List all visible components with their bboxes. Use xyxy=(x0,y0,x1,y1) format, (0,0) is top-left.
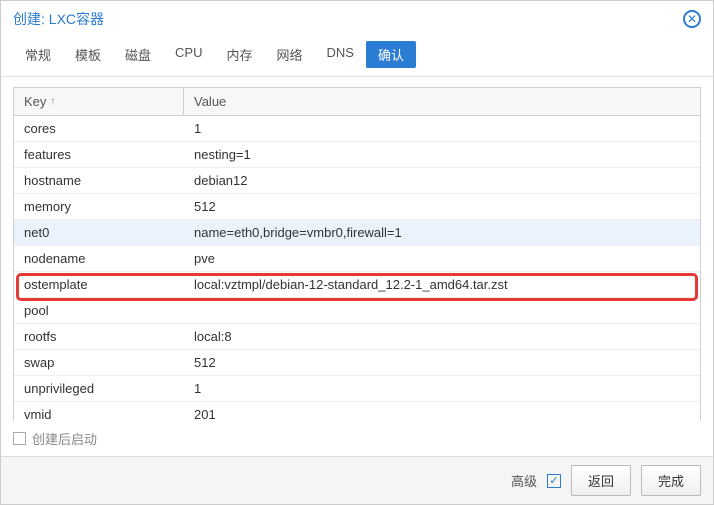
table-row[interactable]: nodenamepve xyxy=(14,246,700,272)
cell-key: rootfs xyxy=(14,324,184,349)
cell-value: nesting=1 xyxy=(184,142,700,167)
cell-value: 201 xyxy=(184,402,700,421)
tab-7[interactable]: 确认 xyxy=(366,41,416,68)
tab-4[interactable]: 内存 xyxy=(215,41,265,68)
back-button[interactable]: 返回 xyxy=(571,465,631,496)
table-row[interactable]: hostnamedebian12 xyxy=(14,168,700,194)
cell-value: 512 xyxy=(184,194,700,219)
column-header-key[interactable]: Key ↑ xyxy=(14,88,184,115)
advanced-checkbox[interactable]: ✓ xyxy=(547,474,561,488)
cell-key: hostname xyxy=(14,168,184,193)
cell-key: vmid xyxy=(14,402,184,421)
table-row[interactable]: vmid201 xyxy=(14,402,700,421)
start-after-create-checkbox[interactable]: 创建后启动 xyxy=(13,429,97,448)
advanced-label: 高级 xyxy=(511,471,537,490)
tab-0[interactable]: 常规 xyxy=(13,41,63,68)
tab-1[interactable]: 模板 xyxy=(63,41,113,68)
cell-value: local:vztmpl/debian-12-standard_12.2-1_a… xyxy=(184,272,700,297)
table-row[interactable]: net0name=eth0,bridge=vmbr0,firewall=1 xyxy=(14,220,700,246)
finish-button[interactable]: 完成 xyxy=(641,465,701,496)
tab-5[interactable]: 网络 xyxy=(265,41,315,68)
tab-6[interactable]: DNS xyxy=(315,41,366,68)
cell-key: pool xyxy=(14,298,184,323)
column-header-value-label: Value xyxy=(194,94,226,109)
summary-table: Key ↑ Value cores1featuresnesting=1hostn… xyxy=(13,87,701,421)
cell-value: pve xyxy=(184,246,700,271)
table-row[interactable]: swap512 xyxy=(14,350,700,376)
cell-value: local:8 xyxy=(184,324,700,349)
dialog-footer: 高级 ✓ 返回 完成 xyxy=(1,456,713,504)
cell-key: memory xyxy=(14,194,184,219)
table-row[interactable]: unprivileged1 xyxy=(14,376,700,402)
cell-key: ostemplate xyxy=(14,272,184,297)
tab-2[interactable]: 磁盘 xyxy=(113,41,163,68)
start-after-create-label: 创建后启动 xyxy=(32,429,97,448)
cell-key: swap xyxy=(14,350,184,375)
cell-key: features xyxy=(14,142,184,167)
column-header-key-label: Key xyxy=(24,94,46,109)
sort-asc-icon: ↑ xyxy=(50,96,55,107)
cell-key: nodename xyxy=(14,246,184,271)
table-row[interactable]: cores1 xyxy=(14,116,700,142)
tab-3[interactable]: CPU xyxy=(163,41,214,68)
cell-value: debian12 xyxy=(184,168,700,193)
dialog-header: 创建: LXC容器 ✕ xyxy=(1,1,713,37)
table-row[interactable]: rootfslocal:8 xyxy=(14,324,700,350)
checkbox-icon xyxy=(13,432,26,445)
column-header-value[interactable]: Value xyxy=(184,88,700,115)
tab-bar: 常规模板磁盘CPU内存网络DNS确认 xyxy=(1,37,713,77)
cell-value xyxy=(184,298,700,323)
table-row[interactable]: featuresnesting=1 xyxy=(14,142,700,168)
cell-value: name=eth0,bridge=vmbr0,firewall=1 xyxy=(184,220,700,245)
dialog-content: Key ↑ Value cores1featuresnesting=1hostn… xyxy=(1,77,713,421)
cell-key: unprivileged xyxy=(14,376,184,401)
create-lxc-dialog: 创建: LXC容器 ✕ 常规模板磁盘CPU内存网络DNS确认 Key ↑ Val… xyxy=(0,0,714,505)
table-row[interactable]: pool xyxy=(14,298,700,324)
cell-key: net0 xyxy=(14,220,184,245)
table-row[interactable]: memory512 xyxy=(14,194,700,220)
table-row[interactable]: ostemplatelocal:vztmpl/debian-12-standar… xyxy=(14,272,700,298)
cell-key: cores xyxy=(14,116,184,141)
cell-value: 1 xyxy=(184,116,700,141)
table-header: Key ↑ Value xyxy=(14,88,700,116)
options-row: 创建后启动 xyxy=(1,421,713,456)
close-icon[interactable]: ✕ xyxy=(683,10,701,28)
cell-value: 1 xyxy=(184,376,700,401)
dialog-title: 创建: LXC容器 xyxy=(13,9,104,29)
cell-value: 512 xyxy=(184,350,700,375)
